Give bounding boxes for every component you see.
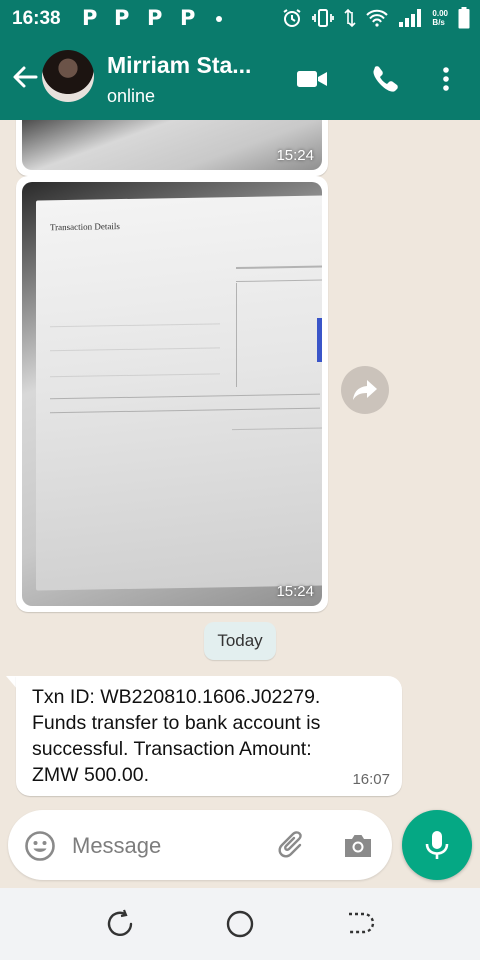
system-nav-bar (0, 888, 480, 960)
message-time: 16:07 (352, 771, 390, 788)
home-icon[interactable] (224, 908, 256, 940)
message-composer (8, 810, 392, 880)
avatar[interactable] (42, 50, 94, 102)
voice-call-icon[interactable] (368, 64, 400, 94)
image-thumbnail[interactable]: 15:24 (22, 120, 322, 170)
image-message[interactable]: Transaction Details 15:24 (16, 176, 328, 612)
forward-button[interactable] (341, 366, 389, 414)
document-photo: Transaction Details (36, 195, 322, 591)
message-time: 15:24 (276, 583, 314, 600)
contact-name[interactable]: Mirriam Sta... (107, 52, 251, 79)
video-call-icon[interactable] (296, 64, 328, 94)
message-time: 15:24 (276, 147, 314, 164)
wifi-icon (366, 9, 389, 27)
emoji-icon[interactable] (24, 830, 56, 862)
message-text: Txn ID: WB220810.1606.J02279. Funds tran… (32, 686, 321, 786)
alarm-icon (283, 9, 301, 27)
image-message[interactable]: 15:24 (16, 120, 328, 176)
back-arrow-icon[interactable] (10, 62, 40, 92)
vibrate-icon (312, 9, 335, 27)
camera-icon[interactable] (342, 830, 374, 862)
chat-header: Mirriam Sta... online (0, 36, 480, 120)
image-thumbnail[interactable]: Transaction Details 15:24 (22, 182, 322, 606)
notification-p-icon: P (180, 6, 196, 30)
back-nav-icon[interactable] (344, 908, 376, 940)
net-speed-unit: B/s (432, 18, 445, 27)
more-vert-icon[interactable] (430, 64, 462, 94)
document-title: Transaction Details (50, 221, 120, 233)
recent-apps-icon[interactable] (104, 908, 136, 940)
contact-status: online (107, 86, 156, 106)
mic-button[interactable] (402, 810, 472, 880)
data-arrows-icon (344, 8, 356, 28)
status-bar: 16:38 P P P P 0.00 B/s (0, 0, 480, 36)
date-chip: Today (204, 622, 276, 660)
notification-p-icon: P (147, 6, 163, 30)
more-notifications-dot (216, 16, 222, 22)
net-speed: 0.00 B/s (432, 9, 448, 27)
chat-area[interactable]: 15:24 Transaction Details 15:24 Today Tx… (0, 120, 480, 810)
battery-icon (458, 7, 470, 29)
net-speed-value: 0.00 (432, 9, 448, 18)
mic-icon (425, 831, 449, 859)
attach-icon[interactable] (276, 830, 308, 862)
notification-p-icon: P (82, 6, 98, 30)
text-message[interactable]: Txn ID: WB220810.1606.J02279. Funds tran… (16, 676, 402, 796)
message-input[interactable] (70, 829, 274, 863)
status-time: 16:38 (12, 8, 61, 29)
forward-icon (353, 380, 377, 400)
notification-p-icon: P (114, 6, 130, 30)
signal-icon (399, 9, 422, 27)
